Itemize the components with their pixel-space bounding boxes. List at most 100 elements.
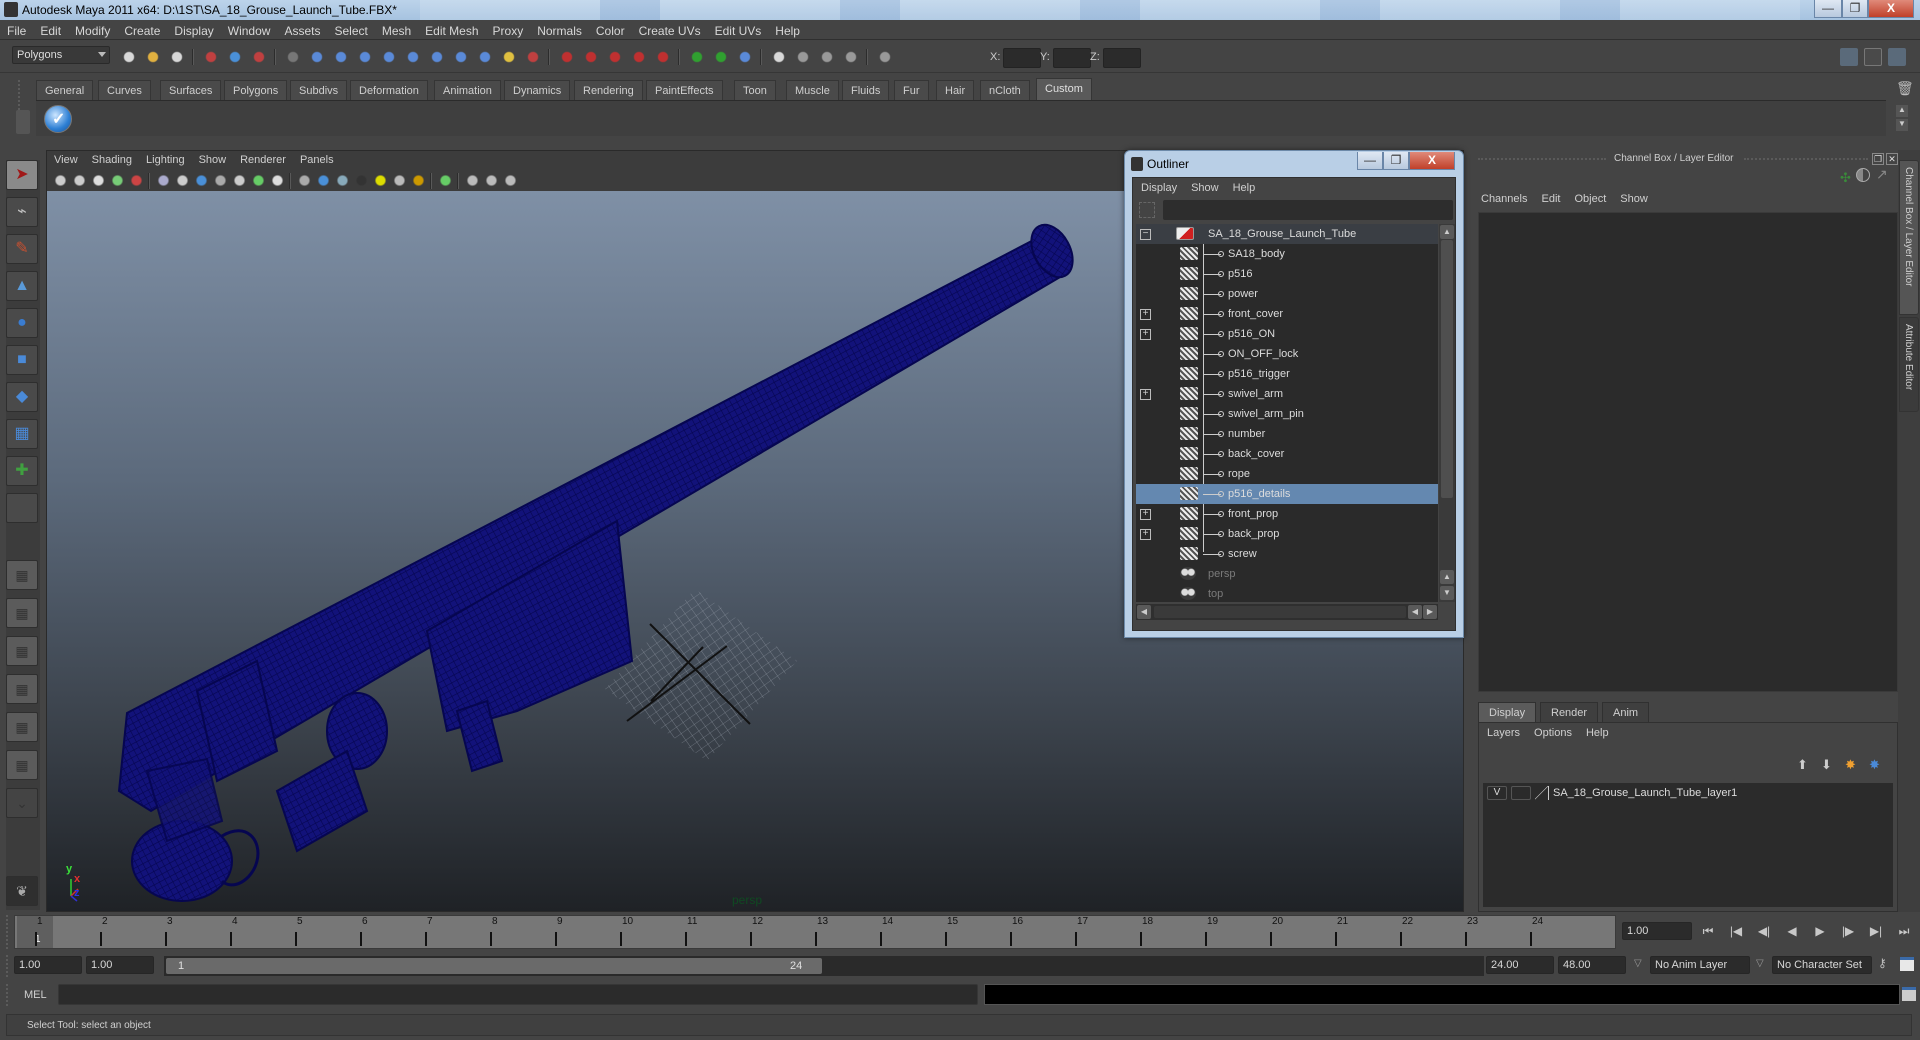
show-hide-channel-box-icon[interactable] [1888, 48, 1906, 66]
smooth-shade-icon[interactable] [316, 173, 331, 188]
manipulator-axes-icon[interactable]: ✣ [1840, 170, 1851, 186]
expand-icon[interactable]: + [1140, 329, 1151, 340]
anim-layer-dropdown-arrow[interactable]: ▽ [1634, 958, 1642, 969]
layer-menu-layers[interactable]: Layers [1479, 723, 1526, 739]
camera-attributes-icon[interactable] [72, 173, 87, 188]
channel-menu-channels[interactable]: Channels [1474, 190, 1534, 205]
select-deformations-icon[interactable] [404, 48, 422, 66]
outliner-item-p516-details[interactable]: p516_details [1136, 484, 1438, 504]
grid-icon[interactable] [156, 173, 171, 188]
time-slider[interactable]: 1 1 2 3 4 5 6 7 8 9 10 11 12 13 14 15 16 17 18 19 20 21 22 23 2… [14, 915, 1616, 949]
scroll-down-icon[interactable]: ▼ [1440, 586, 1454, 600]
layer-tab-display[interactable]: Display [1478, 702, 1537, 722]
playback-start-field[interactable]: 1.00 [86, 956, 154, 974]
safe-title-icon[interactable] [270, 173, 285, 188]
mel-command-input[interactable] [58, 984, 978, 1005]
menu-set-dropdown[interactable]: Polygons [12, 46, 110, 64]
snap-grid-icon[interactable] [558, 48, 576, 66]
render-current-icon[interactable] [794, 48, 812, 66]
safe-action-icon[interactable] [251, 173, 266, 188]
select-joints-icon[interactable] [332, 48, 350, 66]
layout-more-button[interactable]: ⌄ [6, 788, 38, 818]
animation-preferences-icon[interactable] [1900, 957, 1914, 971]
all-lights-icon[interactable] [392, 173, 407, 188]
shelf-trash-icon[interactable]: 🗑 [1896, 80, 1914, 97]
expand-icon[interactable]: + [1140, 509, 1151, 520]
viewport-menu-view[interactable]: View [47, 151, 85, 166]
z-input[interactable] [1103, 48, 1141, 68]
persp-graph-hypergraph-layout-button[interactable]: ▦ [6, 750, 38, 780]
character-set-dropdown[interactable]: No Character Set [1772, 956, 1872, 974]
play-forwards-button[interactable]: ▶ [1810, 924, 1830, 940]
shelf-menu-button[interactable] [16, 110, 30, 134]
outliner-item-p516-trigger[interactable]: p516_trigger [1136, 364, 1438, 384]
outliner-item-screw[interactable]: screw [1136, 544, 1438, 564]
outliner-menu-show[interactable]: Show [1183, 178, 1225, 194]
channel-box-area[interactable] [1478, 212, 1898, 692]
move-layer-down-icon[interactable]: ⬇ [1821, 757, 1832, 773]
shelf-scroll-up-icon[interactable]: ▲ [1896, 105, 1908, 117]
scroll-left-icon[interactable]: ◀ [1137, 605, 1151, 619]
close-button[interactable]: X [1868, 0, 1914, 18]
rotate-tool[interactable]: ● [6, 308, 38, 338]
select-tool[interactable]: ➤ [6, 160, 38, 190]
menu-assets[interactable]: Assets [277, 20, 327, 38]
outliner-item-power[interactable]: power [1136, 284, 1438, 304]
scroll-thumb[interactable] [1441, 240, 1453, 498]
anim-layer-dropdown[interactable]: No Anim Layer [1650, 956, 1750, 974]
layer-tab-anim[interactable]: Anim [1602, 702, 1650, 722]
layer-name[interactable]: SA_18_Grouse_Launch_Tube_layer1 [1553, 787, 1737, 799]
select-hierarchy-icon[interactable] [202, 48, 220, 66]
hscroll-thumb[interactable] [1154, 606, 1406, 618]
select-misc-icon[interactable] [476, 48, 494, 66]
select-component-icon[interactable] [250, 48, 268, 66]
range-bar[interactable]: 1 24 [166, 958, 822, 974]
layer-tab-render[interactable]: Render [1540, 702, 1599, 722]
xray-components-icon[interactable] [503, 173, 518, 188]
snap-curve-icon[interactable] [582, 48, 600, 66]
channel-menu-object[interactable]: Object [1567, 190, 1613, 205]
current-time-field[interactable]: 1.00 [1622, 922, 1692, 940]
film-gate-icon[interactable] [175, 173, 190, 188]
menu-display[interactable]: Display [167, 20, 220, 38]
menu-window[interactable]: Window [221, 20, 278, 38]
highlight-selection-icon[interactable] [524, 48, 542, 66]
soft-modification-tool[interactable]: ▦ [6, 419, 38, 449]
select-surfaces-icon[interactable] [380, 48, 398, 66]
lasso-tool[interactable]: ⌁ [6, 197, 38, 227]
construction-history-icon[interactable] [736, 48, 754, 66]
outliner-item-sa18-body[interactable]: SA18_body [1136, 244, 1438, 264]
outliner-item-front-cover[interactable]: + front_cover [1136, 304, 1438, 324]
shadows-icon[interactable] [411, 173, 426, 188]
shelf-tab-subdivs[interactable]: Subdivs [290, 80, 348, 100]
menu-create-uvs[interactable]: Create UVs [632, 20, 708, 38]
viewport-menu-renderer[interactable]: Renderer [233, 151, 293, 166]
menu-help[interactable]: Help [768, 20, 807, 38]
show-manipulator-tool[interactable]: ✚ [6, 456, 38, 486]
outliner-item-swivel-arm[interactable]: + swivel_arm [1136, 384, 1438, 404]
restore-button[interactable]: ❐ [1842, 0, 1868, 18]
select-curves-icon[interactable] [356, 48, 374, 66]
isolate-select-icon[interactable] [438, 173, 453, 188]
y-input[interactable] [1053, 48, 1091, 68]
outliner-item-swivel-arm-pin[interactable]: swivel_arm_pin [1136, 404, 1438, 424]
outliner-item-number[interactable]: number [1136, 424, 1438, 444]
outliner-minimize-button[interactable]: — [1357, 152, 1383, 170]
playback-end-field[interactable]: 24.00 [1486, 956, 1554, 974]
shelf-tab-painteffects[interactable]: PaintEffects [646, 80, 723, 100]
channel-menu-edit[interactable]: Edit [1534, 190, 1567, 205]
shelf-tab-ncloth[interactable]: nCloth [980, 80, 1030, 100]
outliner-restore-button[interactable]: ❐ [1383, 152, 1409, 170]
scale-tool[interactable]: ■ [6, 345, 38, 375]
outliner-item-on-off-lock[interactable]: ON_OFF_lock [1136, 344, 1438, 364]
outliner-window[interactable]: Outliner — ❐ X Display Show Help − SA_18_Gr… [1124, 150, 1464, 638]
shelf-tab-polygons[interactable]: Polygons [224, 80, 288, 100]
outliner-search-input[interactable] [1163, 200, 1453, 220]
menu-create[interactable]: Create [117, 20, 167, 38]
xray-icon[interactable] [465, 173, 480, 188]
animation-end-field[interactable]: 48.00 [1558, 956, 1626, 974]
speed-changer-icon[interactable] [1856, 168, 1870, 182]
resolution-gate-icon[interactable] [194, 173, 209, 188]
output-ops-icon[interactable] [712, 48, 730, 66]
scroll-left-icon[interactable]: ◀ [1408, 605, 1422, 619]
